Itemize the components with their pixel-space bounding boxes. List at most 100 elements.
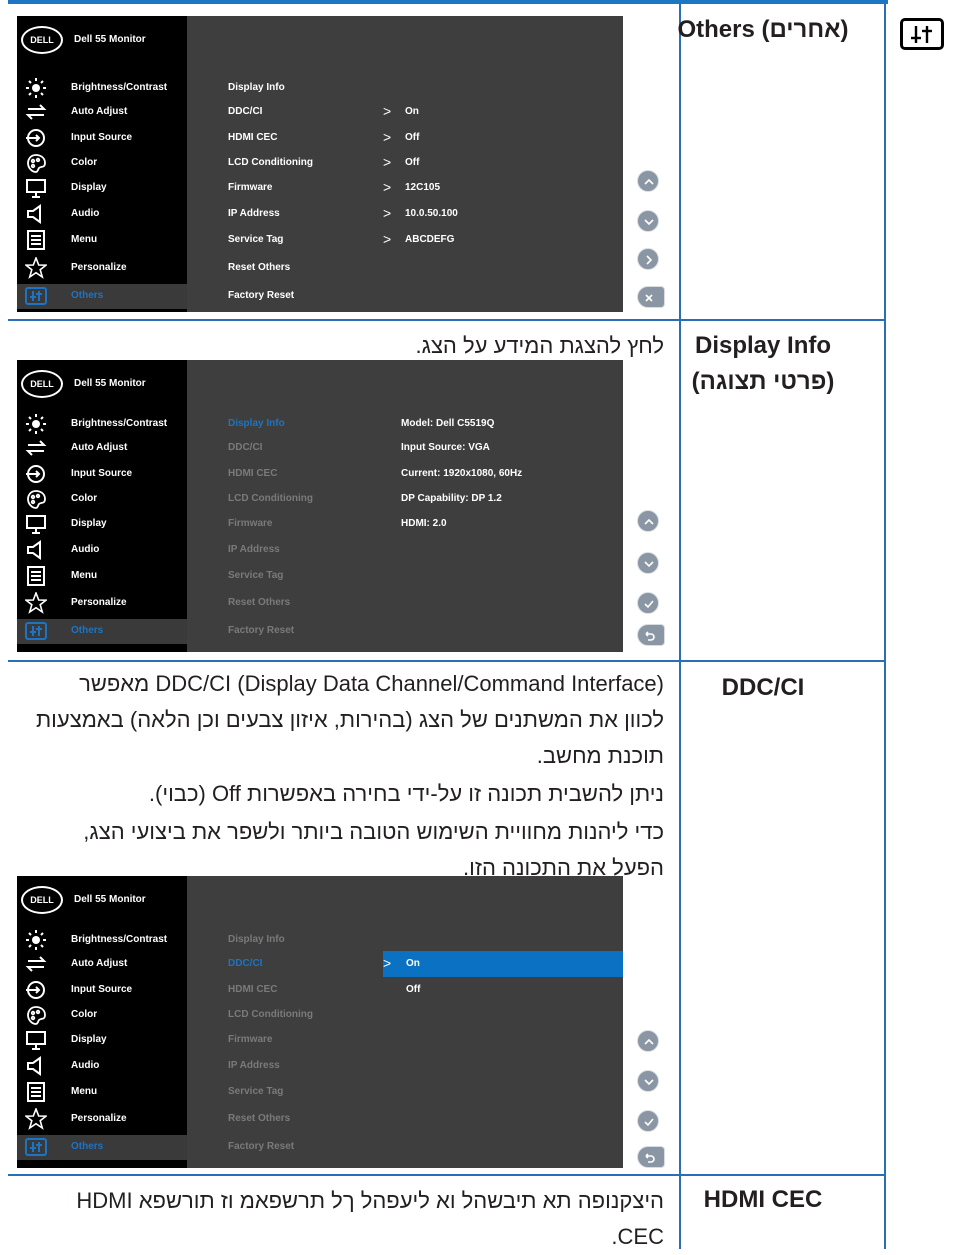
- osd-info-line: Model: Dell C5519Q: [401, 418, 495, 429]
- input-source-icon: [25, 979, 47, 1001]
- up-button[interactable]: [637, 170, 659, 192]
- input-source-icon: [25, 127, 47, 149]
- chevron-right-icon: >: [383, 179, 392, 195]
- osd-menu-label: Personalize: [71, 597, 127, 608]
- osd-menu-item: Input Source: [17, 126, 187, 151]
- audio-icon: [25, 539, 47, 561]
- osd-menu-item: Color: [17, 487, 187, 512]
- osd-menu-item: Audio: [17, 1054, 187, 1079]
- osd-menu-label: Display: [71, 518, 107, 529]
- osd-value: Off: [405, 132, 420, 143]
- auto-adjust-icon: [25, 953, 47, 975]
- up-button[interactable]: [637, 510, 659, 532]
- down-button[interactable]: [637, 1070, 659, 1092]
- audio-icon: [25, 203, 47, 225]
- osd-info-line: Current: 1920x1080, 60Hz: [401, 468, 523, 479]
- confirm-button[interactable]: [637, 592, 659, 614]
- row-divider: [8, 660, 886, 662]
- osd-value: Off: [405, 157, 420, 168]
- auto-adjust-icon: [25, 437, 47, 459]
- osd-menu-item: Menu: [17, 1080, 187, 1105]
- back-button[interactable]: [637, 1146, 665, 1168]
- osd-ddcci-screenshot: DELL Dell 55 Monitor Brightness/Contrast Au…: [17, 876, 623, 1168]
- osd-submenu-item: DDC/CI: [228, 442, 263, 453]
- osd-option: On: [406, 958, 420, 969]
- menu-icon: [25, 1081, 47, 1103]
- down-button[interactable]: [637, 552, 659, 574]
- chevron-right-icon: >: [383, 231, 392, 247]
- osd-submenu-item: LCD Conditioning: [228, 157, 313, 168]
- osd-menu-label: Input Source: [71, 132, 133, 143]
- osd-menu-item: Color: [17, 151, 187, 176]
- osd-menu-item: Auto Adjust: [17, 100, 187, 125]
- osd-menu-item: Brightness/Contrast: [17, 928, 187, 953]
- osd-title: Dell 55 Monitor: [74, 34, 146, 45]
- exit-button[interactable]: [637, 286, 665, 308]
- osd-submenu-item: DDC/CI: [228, 958, 263, 969]
- osd-submenu-item: Firmware: [228, 182, 273, 193]
- osd-menu-label: Color: [71, 1009, 98, 1020]
- brightness-icon: [25, 413, 47, 435]
- osd-menu-item: Menu: [17, 564, 187, 589]
- osd-menu-label: Audio: [71, 1060, 100, 1071]
- osd-menu-item: Input Source: [17, 978, 187, 1003]
- row-label-display-info: Display Info: [694, 332, 832, 359]
- osd-value: 10.0.50.100: [405, 208, 458, 219]
- input-source-icon: [25, 463, 47, 485]
- row-divider: [8, 319, 886, 321]
- osd-submenu-item: IP Address: [228, 208, 280, 219]
- osd-info-line: DP Capability: DP 1.2: [401, 493, 502, 504]
- osd-menu-label: Auto Adjust: [71, 442, 128, 453]
- back-button[interactable]: [637, 624, 665, 646]
- osd-submenu-item: LCD Conditioning: [228, 493, 313, 504]
- hdmi-cec-desc: היצקנופה תא תיבשהל וא ליעפהל ךל תרשפאמ ו…: [76, 1188, 664, 1249]
- osd-menu-item: Input Source: [17, 462, 187, 487]
- dell-logo: DELL: [21, 370, 63, 398]
- color-icon: [25, 1004, 47, 1026]
- osd-menu-label: Others: [71, 625, 104, 636]
- osd-submenu-item: Service Tag: [228, 234, 284, 245]
- chevron-right-icon: >: [383, 103, 392, 119]
- brightness-icon: [25, 929, 47, 951]
- osd-menu-item: Others: [17, 284, 187, 309]
- osd-menu-label: Color: [71, 493, 98, 504]
- osd-menu-label: Personalize: [71, 1113, 127, 1124]
- row-label-others: Others (אחרים): [677, 16, 849, 43]
- osd-submenu-item: Reset Others: [228, 597, 291, 608]
- osd-menu-label: Auto Adjust: [71, 958, 128, 969]
- osd-menu-label: Audio: [71, 544, 100, 555]
- osd-submenu-item: Display Info: [228, 82, 285, 93]
- osd-submenu-item: Display Info: [228, 934, 285, 945]
- osd-submenu-item: LCD Conditioning: [228, 1009, 313, 1020]
- row-divider: [8, 1174, 886, 1176]
- down-button[interactable]: [637, 210, 659, 232]
- dell-logo: DELL: [21, 886, 63, 914]
- osd-menu-item: Display: [17, 1028, 187, 1053]
- top-rule: [8, 0, 888, 4]
- chevron-right-icon: >: [383, 154, 392, 170]
- osd-main-panel: [187, 360, 623, 652]
- osd-menu-item: Audio: [17, 202, 187, 227]
- osd-menu-label: Others: [71, 1141, 104, 1152]
- osd-submenu-item: HDMI CEC: [228, 984, 278, 995]
- osd-title: Dell 55 Monitor: [74, 378, 146, 389]
- osd-submenu-item: Firmware: [228, 1034, 273, 1045]
- row-label-hdmi-cec: HDMI CEC: [703, 1186, 823, 1213]
- osd-display-info-screenshot: DELL Dell 55 Monitor Brightness/Contrast Au…: [17, 360, 623, 652]
- up-button[interactable]: [637, 1030, 659, 1052]
- confirm-button[interactable]: [637, 1110, 659, 1132]
- osd-menu-item: Color: [17, 1003, 187, 1028]
- row-label-display-info-he: (פרטי תצוגה): [691, 368, 835, 395]
- personalize-icon: [23, 255, 49, 279]
- osd-menu-label: Personalize: [71, 262, 127, 273]
- personalize-icon: [23, 590, 49, 614]
- osd-menu-label: Auto Adjust: [71, 106, 128, 117]
- osd-menu-label: Brightness/Contrast: [71, 418, 168, 429]
- right-button[interactable]: [637, 248, 659, 270]
- osd-value: ABCDEFG: [405, 234, 455, 245]
- osd-menu-item: Personalize: [17, 590, 187, 616]
- osd-title: Dell 55 Monitor: [74, 894, 146, 905]
- osd-submenu-item: Factory Reset: [228, 1141, 295, 1152]
- menu-icon: [25, 229, 47, 251]
- others-sliders-icon: [900, 18, 944, 50]
